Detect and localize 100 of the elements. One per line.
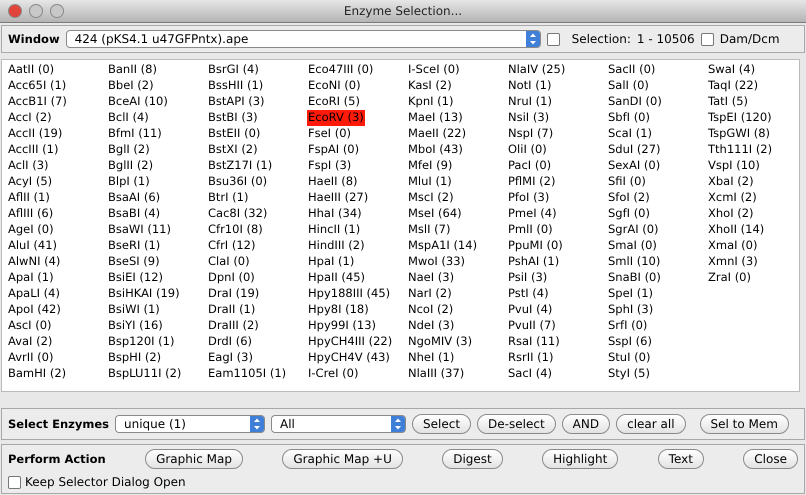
enzyme-item[interactable]: NcoI (2)	[407, 302, 454, 318]
enzyme-item[interactable]: AatII (0)	[7, 62, 56, 78]
enzyme-item[interactable]: TaqI (22)	[707, 78, 760, 94]
select-button[interactable]: AND	[562, 414, 610, 434]
enzyme-item[interactable]: EcoRV (3)	[307, 110, 365, 126]
enzyme-item[interactable]: NaeI (3)	[407, 270, 456, 286]
enzyme-item[interactable]: Cfr10I (8)	[207, 222, 264, 238]
enzyme-item[interactable]: MboI (43)	[407, 142, 464, 158]
enzyme-item[interactable]: PsiI (3)	[507, 270, 548, 286]
enzyme-item[interactable]: SfoI (2)	[607, 190, 651, 206]
enzyme-item[interactable]: BspLU11I (2)	[107, 366, 182, 382]
enzyme-item[interactable]: DraIII (2)	[207, 318, 260, 334]
enzyme-item[interactable]: Acc65I (1)	[7, 78, 68, 94]
enzyme-item[interactable]: SacII (0)	[607, 62, 656, 78]
enzyme-item[interactable]: BsiYI (16)	[107, 318, 164, 334]
enzyme-item[interactable]: SmlI (10)	[607, 254, 662, 270]
enzyme-item[interactable]: HaeIII (27)	[307, 190, 370, 206]
enzyme-item[interactable]: OliI (0)	[507, 142, 548, 158]
enzyme-item[interactable]: SphI (3)	[607, 302, 654, 318]
filter-dropdown[interactable]: All	[271, 415, 406, 433]
enzyme-item[interactable]: MaeII (22)	[407, 126, 468, 142]
enzyme-item[interactable]: SnaBI (0)	[607, 270, 662, 286]
enzyme-item[interactable]: XhoII (14)	[707, 222, 766, 238]
enzyme-item[interactable]: Tth111I (2)	[707, 142, 774, 158]
enzyme-item[interactable]: XmaI (0)	[707, 238, 758, 254]
enzyme-item[interactable]: NheI (1)	[407, 350, 456, 366]
enzyme-item[interactable]: BtrI (1)	[207, 190, 250, 206]
enzyme-item[interactable]: BseSI (9)	[107, 254, 161, 270]
enzyme-item[interactable]: SduI (27)	[607, 142, 662, 158]
enzyme-item[interactable]: NarI (2)	[407, 286, 453, 302]
enzyme-item[interactable]: Eco47III (0)	[307, 62, 374, 78]
enzyme-item[interactable]: AvrII (0)	[7, 350, 54, 366]
enzyme-item[interactable]: NsiI (3)	[507, 110, 550, 126]
enzyme-item[interactable]: DraI (19)	[207, 286, 260, 302]
enzyme-item[interactable]: ApaI (1)	[7, 270, 55, 286]
enzyme-item[interactable]: PflMI (2)	[507, 174, 556, 190]
select-button[interactable]: Select	[412, 414, 472, 434]
enzyme-item[interactable]: TspGWI (8)	[707, 126, 772, 142]
enzyme-item[interactable]: MfeI (9)	[407, 158, 454, 174]
enzyme-item[interactable]: NotI (1)	[507, 78, 552, 94]
select-button[interactable]: clear all	[616, 414, 686, 434]
enzyme-item[interactable]: BsaAI (6)	[107, 190, 162, 206]
enzyme-item[interactable]: SpeI (1)	[607, 286, 654, 302]
enzyme-item[interactable]: BstBI (3)	[207, 110, 259, 126]
enzyme-item[interactable]: PvuI (4)	[507, 302, 554, 318]
enzyme-item[interactable]: Hpy188III (45)	[307, 286, 392, 302]
enzyme-item[interactable]: NlaIII (37)	[407, 366, 466, 382]
enzyme-item[interactable]: BstAPI (3)	[207, 94, 266, 110]
enzyme-item[interactable]: Bsp120I (1)	[107, 334, 176, 350]
enzyme-item[interactable]: Hpy8I (18)	[307, 302, 370, 318]
enzyme-item[interactable]: BsrGI (4)	[207, 62, 260, 78]
enzyme-item[interactable]: BseRI (1)	[107, 238, 162, 254]
enzyme-item[interactable]: SrfI (0)	[607, 318, 648, 334]
action-button[interactable]: Graphic Map +U	[282, 449, 403, 469]
checkbox[interactable]	[700, 32, 714, 46]
enzyme-item[interactable]: HaeII (8)	[307, 174, 358, 190]
enzyme-item[interactable]: KasI (2)	[407, 78, 453, 94]
enzyme-item[interactable]: MaeI (13)	[407, 110, 464, 126]
action-button[interactable]: Digest	[442, 449, 503, 469]
enzyme-item[interactable]: Eam1105I (1)	[207, 366, 288, 382]
enzyme-item[interactable]: StuI (0)	[607, 350, 652, 366]
enzyme-item[interactable]: AflIII (6)	[7, 206, 54, 222]
enzyme-item[interactable]: CfrI (12)	[207, 238, 256, 254]
enzyme-item[interactable]: MslI (7)	[407, 222, 452, 238]
enzyme-item[interactable]: HpaI (1)	[307, 254, 356, 270]
enzyme-item[interactable]: AccIII (1)	[7, 142, 60, 158]
enzyme-item[interactable]: FseI (0)	[307, 126, 352, 142]
enzyme-item[interactable]: DrdI (6)	[207, 334, 254, 350]
enzyme-item[interactable]: XcmI (2)	[707, 190, 758, 206]
enzyme-item[interactable]: DpnI (0)	[207, 270, 256, 286]
enzyme-item[interactable]: KpnI (1)	[407, 94, 454, 110]
enzyme-item[interactable]: SalI (0)	[607, 78, 650, 94]
enzyme-item[interactable]: EcoRI (5)	[307, 94, 361, 110]
enzyme-item[interactable]: MscI (2)	[407, 190, 455, 206]
zoom-button[interactable]	[50, 4, 64, 18]
enzyme-item[interactable]: Hpy99I (13)	[307, 318, 378, 334]
enzyme-item[interactable]: PmeI (4)	[507, 206, 558, 222]
enzyme-item[interactable]: SgrAI (0)	[607, 222, 660, 238]
enzyme-item[interactable]: NlaIV (25)	[507, 62, 566, 78]
enzyme-item[interactable]: FspAI (0)	[307, 142, 360, 158]
enzyme-item[interactable]: SgfI (0)	[607, 206, 651, 222]
enzyme-item[interactable]: BsaBI (4)	[107, 206, 162, 222]
enzyme-item[interactable]: BstEII (0)	[207, 126, 262, 142]
enzyme-item[interactable]: SbfI (0)	[607, 110, 651, 126]
enzyme-item[interactable]: Cac8I (32)	[207, 206, 268, 222]
enzyme-item[interactable]: HincII (1)	[307, 222, 362, 238]
enzyme-item[interactable]: SanDI (0)	[607, 94, 663, 110]
enzyme-item[interactable]: HpyCH4V (43)	[307, 350, 391, 366]
enzyme-item[interactable]: MluI (1)	[407, 174, 453, 190]
enzyme-item[interactable]: ApoI (42)	[7, 302, 62, 318]
enzyme-item[interactable]: AscI (0)	[7, 318, 53, 334]
minimize-button[interactable]	[29, 4, 43, 18]
enzyme-item[interactable]: DraII (1)	[207, 302, 256, 318]
enzyme-item[interactable]: BsiHKAI (19)	[107, 286, 181, 302]
enzyme-item[interactable]: PfoI (3)	[507, 190, 550, 206]
enzyme-item[interactable]: BclI (4)	[107, 110, 150, 126]
enzyme-item[interactable]: BspHI (2)	[107, 350, 162, 366]
window-dropdown[interactable]: 424 (pKS4.1 u47GFPntx).ape	[66, 30, 541, 48]
enzyme-item[interactable]: StyI (5)	[607, 366, 651, 382]
enzyme-item[interactable]: MwoI (33)	[407, 254, 466, 270]
